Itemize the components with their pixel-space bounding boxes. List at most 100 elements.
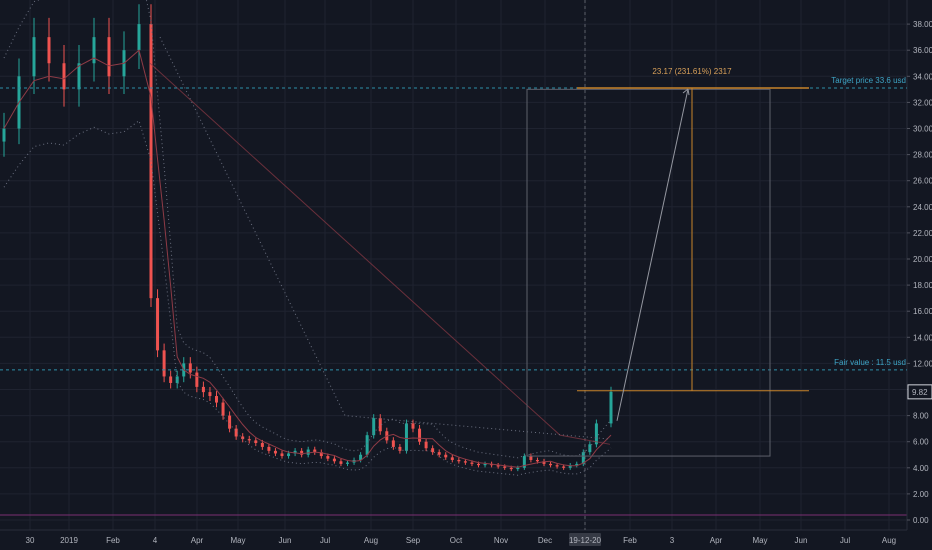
candle-body [326, 456, 330, 459]
x-tick-label: Jun [279, 536, 292, 545]
candle-body [378, 418, 382, 432]
candle-body [609, 391, 613, 424]
y-tick-label: 26.00 [913, 177, 932, 186]
price-chart[interactable]: 0.002.004.006.008.0010.0012.0014.0016.00… [0, 0, 932, 550]
candle-body [162, 350, 166, 377]
candle-body [555, 465, 559, 467]
candle-body [92, 37, 96, 64]
y-tick-label: 2.00 [913, 490, 929, 499]
candle-body [208, 392, 212, 397]
candle-body [195, 372, 199, 387]
candle-body [306, 449, 310, 455]
y-tick-label: 12.00 [913, 359, 932, 368]
y-tick-label: 34.00 [913, 72, 932, 81]
fair-value-label: Fair value : 11.5 usd [834, 358, 906, 367]
candle-body [2, 128, 6, 142]
candle-body [365, 435, 369, 455]
y-tick-label: 38.00 [913, 20, 932, 29]
candle-body [228, 415, 232, 429]
candle-body [201, 386, 205, 393]
y-tick-label: 20.00 [913, 255, 932, 264]
candle-body [346, 462, 349, 464]
x-tick-label: 3 [670, 536, 675, 545]
x-tick-label: Apr [710, 536, 723, 545]
candle-body [516, 467, 520, 470]
candle-body [287, 453, 291, 457]
candle-body [221, 402, 225, 416]
candle-body [339, 461, 343, 464]
last-price-label: 9.82 [912, 388, 928, 397]
candle-body [254, 440, 258, 444]
x-tick-label: 2019 [60, 536, 78, 545]
candle-body [137, 24, 141, 51]
x-tick-label: May [752, 536, 767, 545]
y-tick-label: 6.00 [913, 438, 929, 447]
y-tick-label: 30.00 [913, 125, 932, 134]
x-tick-label: May [230, 536, 245, 545]
candle-body [463, 461, 467, 463]
projection-label: 23.17 (231.61%) 2317 [652, 67, 732, 76]
candle-body [483, 463, 487, 466]
x-tick-label: Jul [840, 536, 850, 545]
x-tick-label: Aug [364, 536, 378, 545]
y-tick-label: 28.00 [913, 151, 932, 160]
candle-body [503, 466, 507, 468]
x-tick-label: 30 [26, 536, 35, 545]
candle-body [418, 428, 422, 442]
candle-body [107, 37, 111, 77]
candle-body [457, 459, 461, 462]
x-tick-label: Sep [406, 536, 421, 545]
x-tick-label: Oct [450, 536, 463, 545]
x-tick-label: Dec [538, 536, 552, 545]
candle-body [549, 463, 553, 466]
candle-body [450, 457, 454, 460]
candle-body [411, 423, 415, 429]
x-tick-label: 4 [153, 536, 158, 545]
y-tick-label: 36.00 [913, 46, 932, 55]
candle-body [398, 446, 402, 451]
candle-body [470, 462, 474, 464]
y-tick-label: 4.00 [913, 464, 929, 473]
y-tick-label: 8.00 [913, 412, 929, 421]
candle-body [156, 298, 160, 351]
candle-body [32, 37, 36, 77]
target-price-label: Target price 33.6 usd [831, 76, 906, 85]
y-tick-label: 0.00 [913, 516, 929, 525]
candle-body [477, 463, 480, 466]
y-tick-label: 24.00 [913, 203, 932, 212]
candle-body [391, 440, 395, 447]
x-tick-label: Feb [106, 536, 120, 545]
candle-body [267, 446, 271, 451]
candle-body [404, 423, 408, 451]
y-tick-label: 22.00 [913, 229, 932, 238]
candle-body [509, 467, 513, 470]
y-tick-label: 18.00 [913, 281, 932, 290]
x-crosshair-label: 19-12-20 [569, 536, 602, 545]
candle-body [535, 459, 539, 462]
candle-body [424, 441, 428, 449]
candle-body [169, 376, 173, 383]
candle-body [529, 456, 533, 460]
y-tick-label: 16.00 [913, 307, 932, 316]
candle-body [247, 439, 251, 441]
candle-body [62, 63, 66, 90]
y-tick-label: 32.00 [913, 98, 932, 107]
x-tick-label: Jul [320, 536, 330, 545]
candle-body [588, 444, 592, 453]
x-tick-label: Nov [494, 536, 508, 545]
x-tick-label: Feb [623, 536, 637, 545]
x-tick-label: Apr [191, 536, 204, 545]
candle-body [188, 363, 192, 373]
candle-body [444, 454, 448, 458]
x-tick-label: Aug [882, 536, 896, 545]
candle-body [273, 450, 277, 454]
candle-body [260, 443, 264, 447]
candle-body [431, 448, 435, 453]
candle-body [215, 396, 218, 403]
candle-body [437, 452, 441, 455]
candle-body [47, 37, 51, 64]
candle-body [332, 458, 336, 462]
x-tick-label: Jun [795, 536, 808, 545]
candle-body [562, 466, 566, 468]
y-tick-label: 14.00 [913, 333, 932, 342]
